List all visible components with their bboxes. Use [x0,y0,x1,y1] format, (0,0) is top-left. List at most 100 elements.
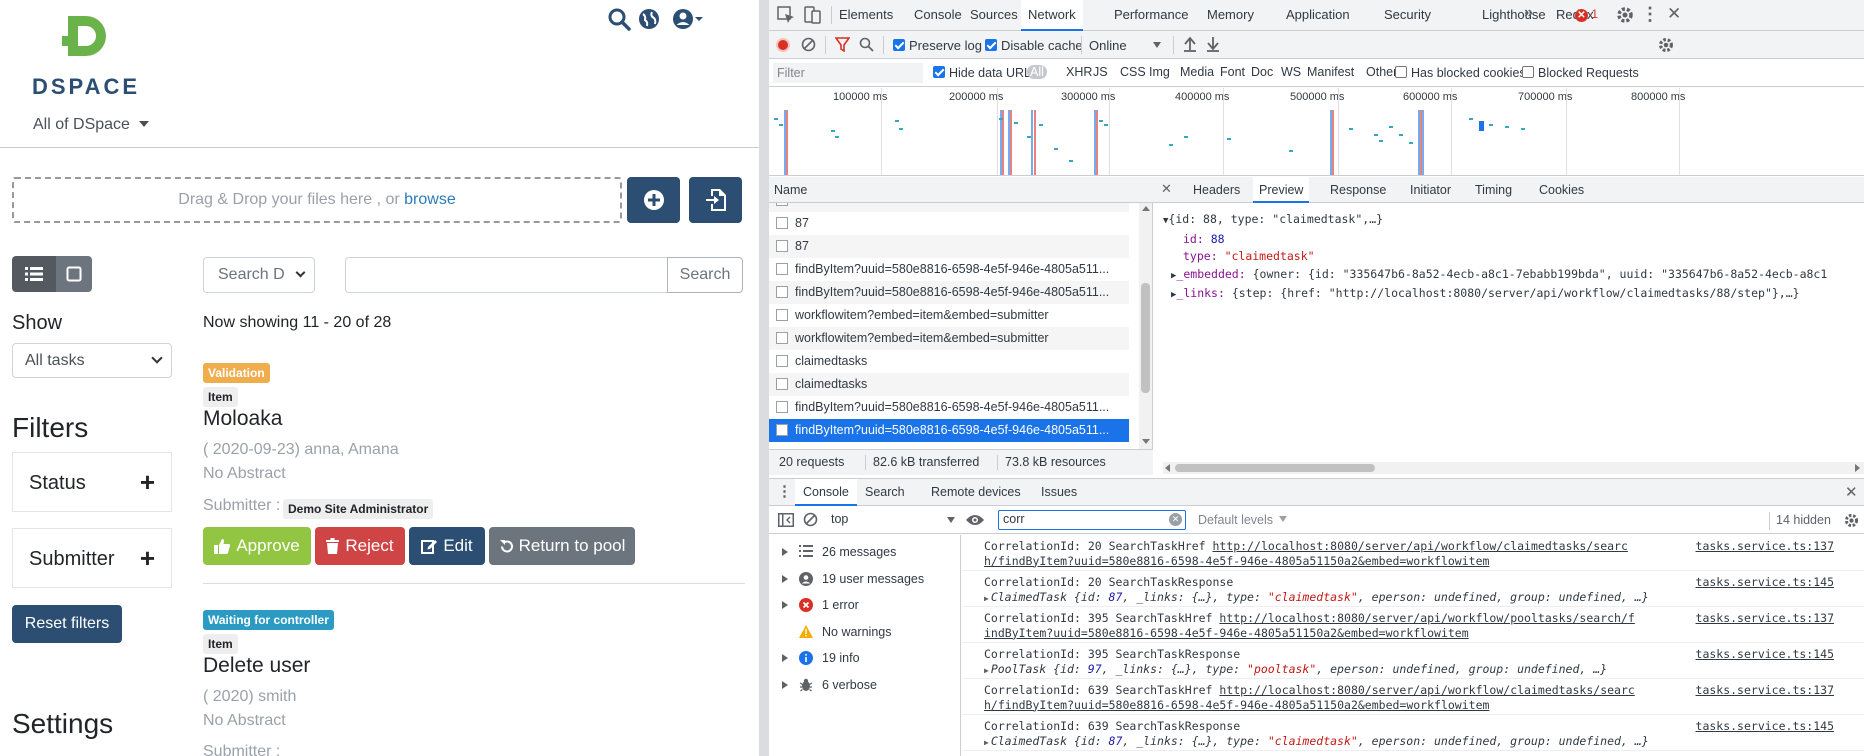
add-submission-button[interactable] [627,177,680,223]
tab-network[interactable]: Network [1021,0,1083,31]
file-dropzone[interactable]: Drag & Drop your files here , or browse [12,177,622,223]
network-overview-timeline[interactable]: 100000 ms 200000 ms 300000 ms 400000 ms 5000… [769,88,1864,176]
console-source-link[interactable]: tasks.service.ts:145 [1696,647,1834,662]
console-source-link[interactable]: tasks.service.ts:145 [1696,719,1834,734]
search-input[interactable] [345,257,668,293]
device-toolbar-icon[interactable] [803,6,821,24]
requests-scrollbar[interactable] [1139,203,1152,449]
scroll-up-icon[interactable] [1142,206,1150,211]
community-menu-dropdown[interactable]: All of DSpace [33,116,150,134]
detail-tab-headers[interactable]: Headers [1193,177,1240,203]
detail-tab-initiator[interactable]: Initiator [1410,177,1451,203]
request-row-partial[interactable] [769,203,1129,212]
drawer-menu-icon[interactable]: ⋮ [777,482,792,500]
request-row[interactable]: workflowitem?embed=item&embed=submitter [769,327,1129,350]
console-object-line[interactable]: ▶ PoolTask {id: 97, _links: {…}, type: "p… [984,662,1864,679]
request-row[interactable]: claimedtasks [769,350,1129,373]
import-button[interactable] [689,177,742,223]
reset-filters-button[interactable]: Reset filters [12,605,122,643]
scroll-down-icon[interactable] [1142,439,1150,444]
type-filter-media[interactable]: Media [1177,65,1217,79]
console-source-link[interactable]: tasks.service.ts:137 [1696,539,1834,554]
type-filter-all[interactable]: All [1027,65,1047,79]
settings-gear-icon[interactable] [1615,5,1635,25]
console-sidebar-item[interactable]: 6 verbose [769,672,959,698]
request-row[interactable]: findByItem?uuid=580e8816-6598-4e5f-946e-… [769,281,1129,304]
request-row[interactable]: findByItem?uuid=580e8816-6598-4e5f-946e-… [769,396,1129,419]
has-blocked-cookies-checkbox[interactable]: Has blocked cookies [1395,66,1526,80]
console-url-link[interactable]: http://localhost:8080/server/api/workflo… [1212,539,1627,553]
disable-cache-checkbox[interactable]: Disable cache [985,38,1083,53]
tab-elements[interactable]: Elements [839,0,893,30]
console-sidebar-item[interactable]: No warnings [769,619,959,645]
export-har-icon[interactable] [1206,36,1220,52]
tab-application[interactable]: Application [1286,0,1350,30]
preserve-log-checkbox[interactable]: Preserve log [893,38,982,53]
user-account-icon[interactable] [671,7,711,31]
preview-h-scrollbar[interactable] [1163,462,1864,474]
console-sidebar-item[interactable]: 19 user messages [769,566,959,592]
console-sidebar-item[interactable]: 19 info [769,645,959,671]
search-icon[interactable] [859,37,874,52]
filter-status-panel[interactable]: Status + [12,452,172,512]
filter-input[interactable]: Filter [773,63,923,83]
dspace-logo[interactable]: DSPACE [30,12,150,99]
tab-security[interactable]: Security [1384,0,1431,30]
console-message[interactable]: CorrelationId: 639 SearchTaskHref http:/… [962,679,1864,715]
type-filter-manifest[interactable]: Manifest [1304,65,1357,79]
more-tabs-icon[interactable]: » [1524,4,1533,22]
return-to-pool-button[interactable]: Return to pool [489,527,635,565]
console-source-link[interactable]: tasks.service.ts:137 [1696,611,1834,626]
request-row[interactable]: 87 [769,212,1129,235]
filter-submitter-panel[interactable]: Submitter + [12,528,172,588]
console-object-line[interactable]: ▶ ClaimedTask {id: 87, _links: {…}, type:… [984,590,1864,607]
show-select[interactable]: All tasks [12,343,172,378]
clear-console-icon[interactable] [803,512,818,527]
request-row[interactable]: findByItem?uuid=580e8816-6598-4e5f-946e-… [769,258,1129,281]
console-message[interactable]: CorrelationId: 395 SearchTaskHref http:/… [962,607,1864,643]
drawer-tab-search[interactable]: Search [865,479,905,506]
clear-filter-icon[interactable]: ✕ [1169,513,1182,526]
search-icon[interactable] [607,7,631,31]
tab-sources[interactable]: Sources [970,0,1018,30]
blocked-requests-checkbox[interactable]: Blocked Requests [1522,66,1639,80]
type-filter-font[interactable]: Font [1217,65,1248,79]
name-column-header[interactable]: Name [769,177,1153,203]
hide-data-urls-checkbox[interactable]: Hide data URLs [933,66,1037,80]
detail-tab-preview[interactable]: Preview [1253,177,1310,203]
reject-button[interactable]: Reject [315,527,405,565]
search-submit-button[interactable]: Search [667,257,743,293]
request-row[interactable]: claimedtasks [769,373,1129,396]
console-message[interactable]: CorrelationId: 639 SearchTaskResponse ▶ Cl… [962,715,1864,751]
record-icon[interactable] [776,38,790,52]
console-sidebar-item[interactable]: 26 messages [769,539,959,565]
drawer-tab-console[interactable]: Console [795,479,857,506]
item-title[interactable]: Moloaka [203,407,282,431]
console-url-link[interactable]: http://localhost:8080/server/api/workflo… [1219,611,1634,625]
grid-view-button[interactable] [56,256,92,292]
request-row[interactable]: 87 [769,235,1129,258]
drawer-tab-remote-devices[interactable]: Remote devices [931,479,1021,506]
console-source-link[interactable]: tasks.service.ts:145 [1696,575,1834,590]
console-url-link[interactable]: h/findByItem?uuid=580e8816-6598-4e5f-946… [984,698,1489,712]
tab-performance[interactable]: Performance [1114,0,1188,30]
console-message[interactable]: CorrelationId: 20 SearchTaskResponse ▶ Cla… [962,571,1864,607]
drawer-tab-issues[interactable]: Issues [1041,479,1077,506]
sidebar-toggle-icon[interactable] [778,513,794,527]
console-object-line[interactable]: ▶ ClaimedTask {id: 87, _links: {…}, type:… [984,734,1864,751]
close-details-icon[interactable]: ✕ [1161,181,1172,197]
request-row[interactable]: findByItem?uuid=580e8816-6598-4e5f-946e-… [769,419,1129,442]
item-title[interactable]: Delete user [203,654,310,678]
detail-tab-timing[interactable]: Timing [1475,177,1512,203]
search-scope-select[interactable]: Search D [203,257,315,293]
tab-memory[interactable]: Memory [1207,0,1254,30]
filter-funnel-icon[interactable] [834,37,851,53]
console-message[interactable]: CorrelationId: 395 SearchTaskResponse ▶ Po… [962,643,1864,679]
scroll-left-icon[interactable] [1165,464,1170,472]
tab-lighthouse[interactable]: Lighthouse [1482,0,1546,30]
preview-embedded-row[interactable]: ▶_embedded: {owner: {id: "335647b6-8a52-… [1163,266,1863,286]
detail-tab-cookies[interactable]: Cookies [1539,177,1584,203]
scroll-thumb[interactable] [1141,283,1150,393]
clear-icon[interactable] [801,37,816,52]
scroll-thumb[interactable] [1175,464,1375,472]
